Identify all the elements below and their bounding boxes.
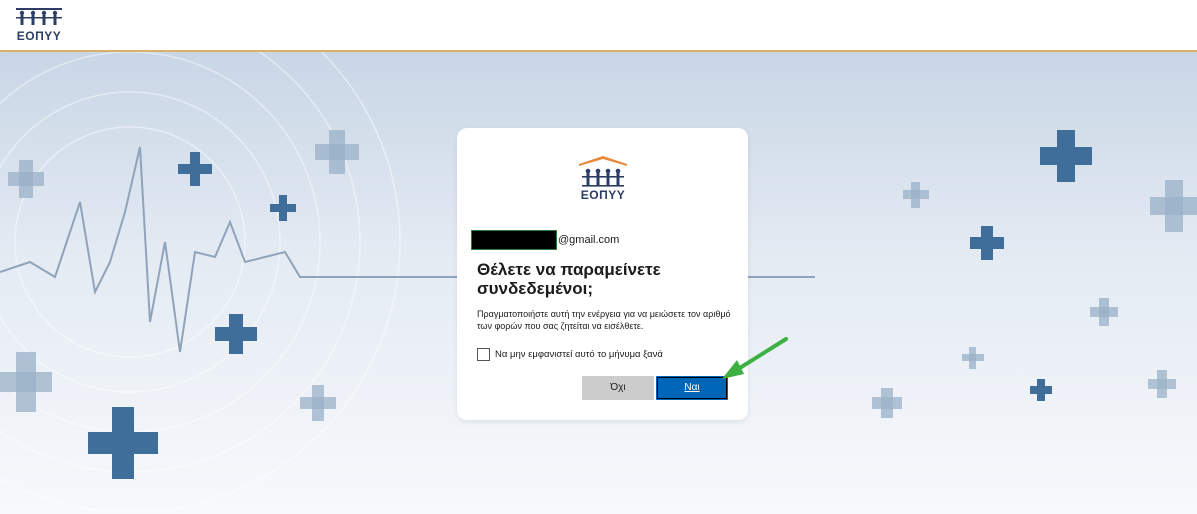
dont-show-again-checkbox[interactable] bbox=[477, 348, 490, 361]
dialog-logo-text: ΕΟΠΥΥ bbox=[580, 188, 626, 202]
account-email: @gmail.com bbox=[471, 230, 619, 250]
top-bar: ΕΟΠΥΥ bbox=[0, 0, 1197, 50]
dialog-title: Θέλετε να παραμείνετε συνδεδεμένοι; bbox=[477, 260, 661, 298]
no-button[interactable]: Όχι bbox=[582, 376, 654, 400]
yes-button[interactable]: Ναι bbox=[656, 376, 728, 400]
dont-show-again-option[interactable]: Να μην εμφανιστεί αυτό το μήνυμα ξανά bbox=[477, 348, 663, 361]
dont-show-again-label: Να μην εμφανιστεί αυτό το μήνυμα ξανά bbox=[495, 349, 663, 360]
email-redaction bbox=[471, 230, 557, 250]
dialog-description: Πραγματοποιήστε αυτή την ενέργεια για να… bbox=[477, 309, 731, 331]
email-suffix: @gmail.com bbox=[558, 234, 620, 246]
dialog-logo: ΕΟΠΥΥ bbox=[575, 154, 631, 204]
header-logo[interactable]: ΕΟΠΥΥ bbox=[12, 4, 66, 44]
stay-signed-in-dialog: ΕΟΠΥΥ @gmail.com Θέλετε να παραμείνετε σ… bbox=[457, 128, 748, 420]
header-logo-text: ΕΟΠΥΥ bbox=[16, 29, 62, 43]
